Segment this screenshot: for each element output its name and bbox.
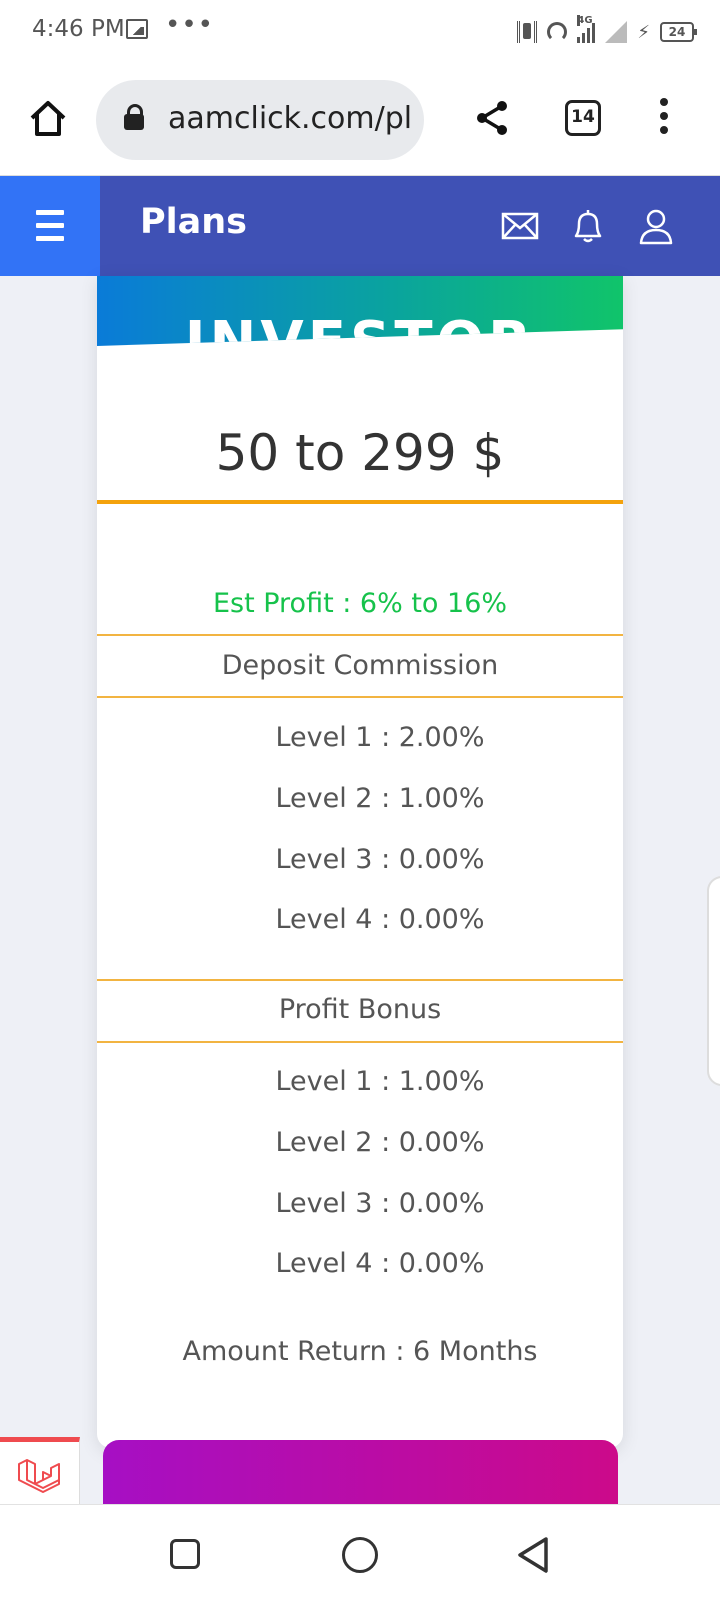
est-profit: Est Profit : 6% to 16% (212, 588, 508, 619)
mail-icon[interactable] (500, 206, 540, 246)
gallery-notification-icon (126, 19, 148, 39)
signal-icon: 4G (577, 15, 596, 43)
vibrate-icon (517, 21, 538, 43)
recents-icon[interactable] (170, 1539, 200, 1569)
hotspot-icon (547, 22, 568, 42)
laravel-icon (18, 1459, 60, 1493)
status-bar: 4:46 PM ••• 4G ⚡ 24 (0, 0, 720, 62)
divider (97, 634, 623, 636)
deposit-commission-title: Deposit Commission (221, 650, 499, 681)
nav-home-icon[interactable] (342, 1537, 378, 1573)
plan-price-range: 50 to 299 $ (215, 424, 505, 482)
app-header: Plans (0, 176, 720, 276)
home-icon[interactable] (28, 98, 68, 138)
side-panel-tab[interactable] (707, 876, 720, 1086)
bonus-level-2: Level 2 : 0.00% (275, 1127, 485, 1158)
next-plan-card[interactable] (103, 1440, 618, 1504)
plan-name: INVESTOR (184, 310, 536, 346)
url-text: aamclick.com/pl (168, 101, 413, 136)
deposit-level-3: Level 3 : 0.00% (275, 844, 485, 875)
page-title: Plans (140, 202, 248, 242)
browser-toolbar: aamclick.com/pl 14 (0, 62, 720, 176)
charging-icon: ⚡ (637, 21, 650, 43)
amount-return: Amount Return : 6 Months (182, 1336, 538, 1367)
url-bar[interactable]: aamclick.com/pl (96, 80, 424, 160)
user-icon[interactable] (636, 206, 676, 246)
system-nav-bar (0, 1504, 720, 1600)
share-icon[interactable] (472, 98, 512, 138)
signal-2-icon (605, 21, 628, 43)
more-notifications-icon: ••• (165, 10, 215, 40)
tabs-button[interactable]: 14 (565, 100, 601, 136)
deposit-level-4: Level 4 : 0.00% (275, 904, 485, 935)
plan-card: INVESTOR 50 to 299 $ Est Profit : 6% to … (97, 276, 623, 1448)
divider (97, 1041, 623, 1043)
bonus-level-3: Level 3 : 0.00% (275, 1188, 485, 1219)
bonus-level-4: Level 4 : 0.00% (275, 1248, 485, 1279)
plan-banner: INVESTOR (97, 276, 623, 346)
divider (97, 500, 623, 504)
network-type: 4G (577, 15, 593, 26)
battery-icon: 24 (660, 22, 697, 42)
profit-bonus-title: Profit Bonus (278, 994, 442, 1025)
divider (97, 696, 623, 698)
laravel-debug-button[interactable] (0, 1437, 80, 1505)
deposit-level-2: Level 2 : 1.00% (275, 783, 485, 814)
more-vert-icon[interactable] (654, 98, 674, 138)
bell-icon[interactable] (568, 206, 608, 246)
bonus-level-1: Level 1 : 1.00% (275, 1066, 485, 1097)
lock-icon (124, 104, 144, 130)
status-time: 4:46 PM (32, 16, 125, 42)
hamburger-icon[interactable] (0, 176, 100, 276)
divider (97, 979, 623, 981)
deposit-level-1: Level 1 : 2.00% (275, 722, 485, 753)
back-icon[interactable] (516, 1535, 552, 1575)
status-icons: 4G ⚡ 24 (517, 15, 697, 46)
